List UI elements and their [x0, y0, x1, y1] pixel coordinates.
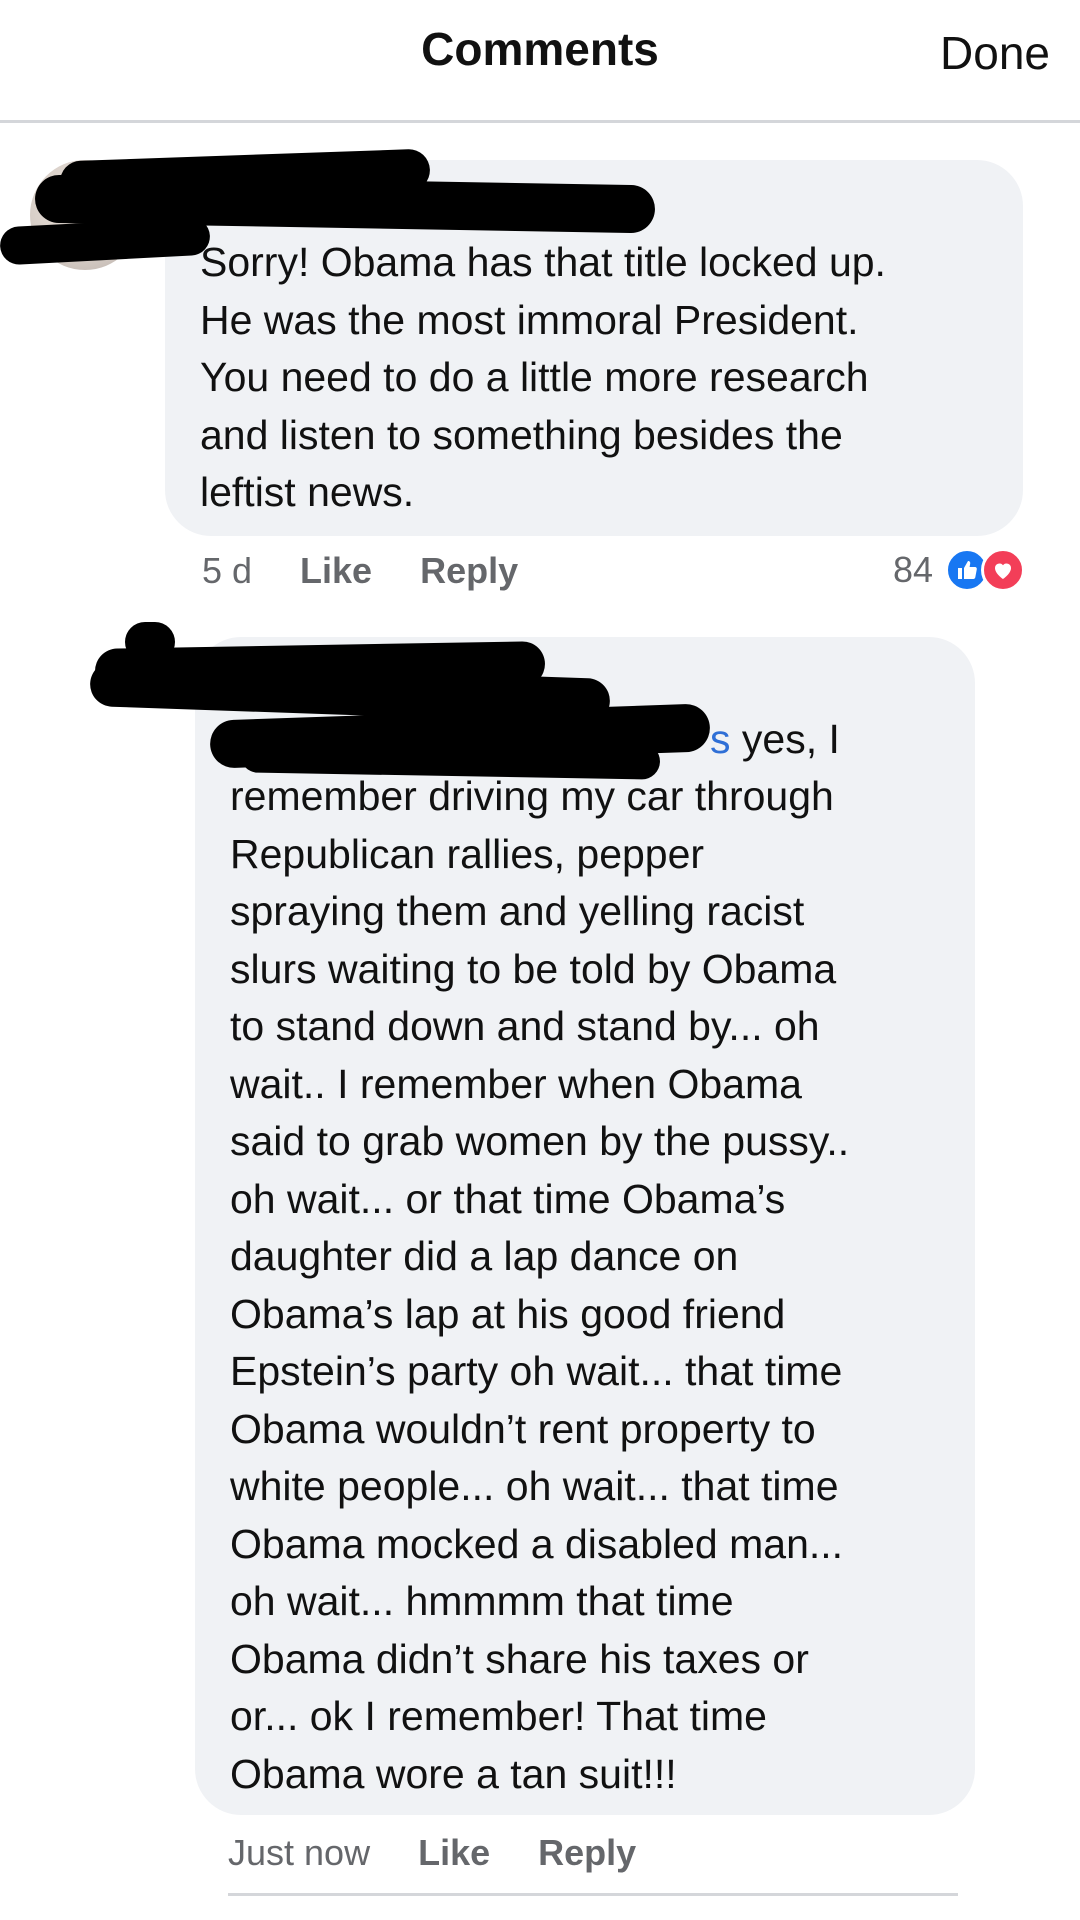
reaction-summary[interactable]: 84 [893, 548, 1026, 592]
done-button[interactable]: Done [940, 26, 1050, 80]
comment-text-start: yes, I [730, 716, 840, 762]
page-title: Comments [421, 23, 659, 75]
heart-icon [981, 548, 1026, 592]
reply-button[interactable]: Reply [420, 550, 518, 592]
comment-meta: Just now Like Reply [228, 1832, 636, 1874]
comment-timestamp: 5 d [202, 550, 253, 591]
comment-bubble: s yes, I remember driving my car through… [195, 637, 975, 1815]
divider [228, 1893, 958, 1896]
like-button[interactable]: Like [300, 550, 372, 592]
redacted-mention [239, 736, 661, 780]
comment-timestamp: Just now [228, 1832, 371, 1873]
reaction-count: 84 [893, 549, 934, 590]
comment-text: Sorry! Obama has that title locked up. H… [200, 239, 886, 515]
comments-header: Comments Done [0, 0, 1080, 123]
comment-text: remember driving my car through Republic… [230, 773, 850, 1797]
like-button[interactable]: Like [418, 1832, 490, 1874]
comment-meta: 5 d Like Reply [202, 550, 518, 592]
mention-link[interactable]: s [710, 716, 731, 762]
reply-button[interactable]: Reply [538, 1832, 636, 1874]
